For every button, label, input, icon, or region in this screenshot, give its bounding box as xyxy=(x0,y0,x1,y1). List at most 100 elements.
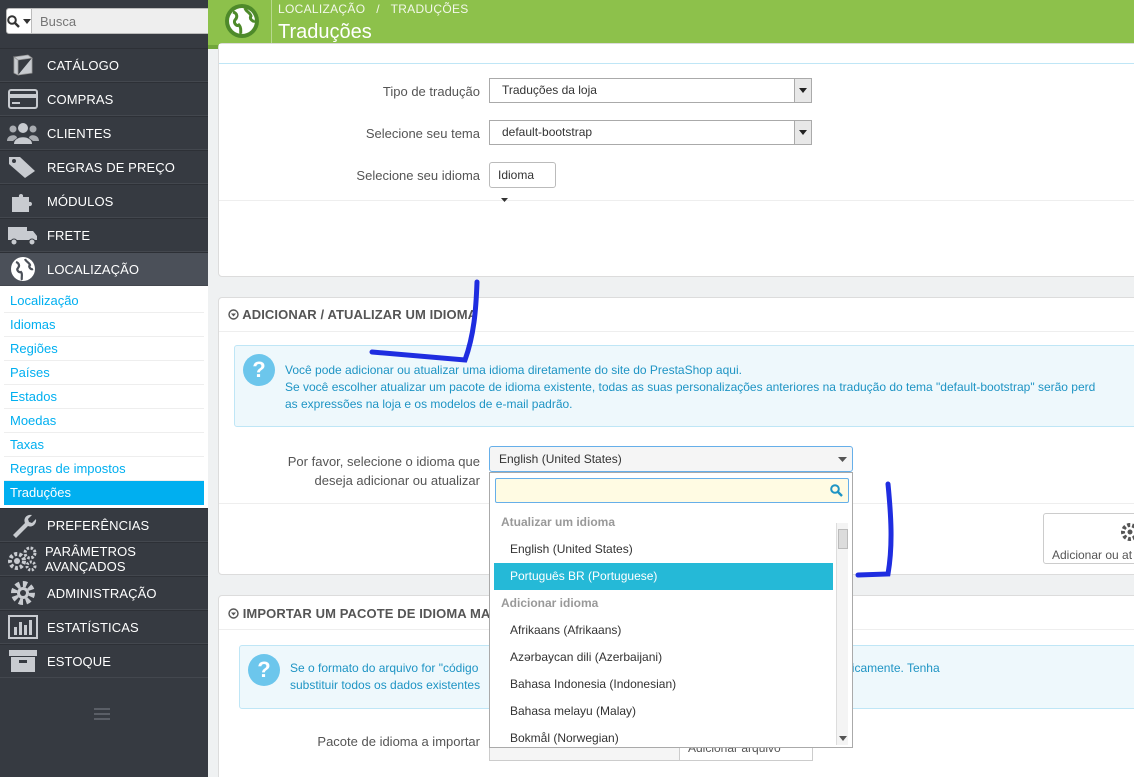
label-line-2: deseja adicionar ou atualizar xyxy=(314,473,481,488)
menu-label: PREFERÊNCIAS xyxy=(47,517,150,533)
dropdown-option-highlighted[interactable]: Português BR (Portuguese) xyxy=(494,563,833,590)
scroll-down-arrow-icon[interactable] xyxy=(839,736,847,741)
submenu-item-moedas[interactable]: Moedas xyxy=(4,409,204,433)
info-line-2: Se você escolher atualizar um pacote de … xyxy=(285,380,1096,394)
menu-label: COMPRAS xyxy=(47,91,114,107)
menu-localizacao[interactable]: LOCALIZAÇÃO xyxy=(0,252,208,286)
scrollbar-thumb[interactable] xyxy=(838,529,848,549)
header-separator xyxy=(271,0,272,44)
menu-modulos[interactable]: MÓDULOS xyxy=(0,184,208,218)
submenu-item-taxas[interactable]: Taxas xyxy=(4,433,204,457)
submenu-item-estados[interactable]: Estados xyxy=(4,385,204,409)
add-update-button[interactable]: Adicionar ou at xyxy=(1043,513,1134,564)
theme-label: Selecione seu tema xyxy=(365,126,480,141)
info-line-1: Você pode adicionar ou atualizar uma idi… xyxy=(285,363,742,377)
caret-down-icon xyxy=(838,457,847,462)
gear-icon xyxy=(1121,523,1134,541)
search-input[interactable] xyxy=(32,8,217,34)
translation-type-value: Traduções da loja xyxy=(502,83,597,97)
dropdown-scrollbar[interactable] xyxy=(836,523,848,745)
truck-icon xyxy=(6,221,40,249)
language-label: Selecione seu idioma xyxy=(356,168,480,183)
dropdown-group-header: Atualizar um idioma xyxy=(501,515,616,529)
select-language-label: Por favor, selecione o idioma que deseja… xyxy=(238,452,480,490)
page-title: Traduções xyxy=(278,21,372,43)
submenu-item-regras-impostos[interactable]: Regras de impostos xyxy=(4,457,204,481)
search-icon xyxy=(830,484,843,497)
main-menu: CATÁLOGO COMPRAS CLIENTES REGRAS DE PREÇ… xyxy=(0,48,208,678)
page-header: LOCALIZAÇÃO / TRADUÇÕES Traduções xyxy=(208,0,1134,49)
menu-label: ESTATÍSTICAS xyxy=(47,619,139,635)
language-dropdown-button[interactable]: Idioma xyxy=(489,162,556,202)
caret-down-icon xyxy=(794,121,811,144)
caret-down-icon xyxy=(501,197,508,202)
search-bar xyxy=(6,8,217,34)
gear-icon xyxy=(6,579,40,607)
add-update-button-label: Adicionar ou at xyxy=(1052,548,1133,562)
add-update-language-heading: ADICIONAR / ATUALIZAR UM IDIOMA xyxy=(228,307,477,322)
import-label: Pacote de idioma a importar xyxy=(317,734,480,749)
menu-compras[interactable]: COMPRAS xyxy=(0,82,208,116)
menu-label: CLIENTES xyxy=(47,125,112,141)
search-type-button[interactable] xyxy=(6,8,32,34)
dropdown-option[interactable]: Azərbaycan dili (Azerbaijani) xyxy=(494,644,833,671)
wrench-icon xyxy=(6,511,40,539)
menu-clientes[interactable]: CLIENTES xyxy=(0,116,208,150)
breadcrumb-traducoes[interactable]: TRADUÇÕES xyxy=(391,2,469,16)
label-line-1: Por favor, selecione o idioma que xyxy=(287,454,480,469)
dropdown-option[interactable]: Afrikaans (Afrikaans) xyxy=(494,617,833,644)
menu-label: REGRAS DE PREÇO xyxy=(47,159,175,175)
dropdown-option[interactable]: Bokmål (Norwegian) xyxy=(494,725,833,747)
breadcrumb: LOCALIZAÇÃO / TRADUÇÕES xyxy=(278,2,469,16)
bar-chart-icon xyxy=(6,613,40,641)
info-text: Você pode adicionar ou atualizar uma idi… xyxy=(285,362,1095,413)
panel-divider xyxy=(219,200,1134,201)
menu-label: ESTOQUE xyxy=(47,653,112,669)
globe-icon xyxy=(6,255,40,283)
menu-estoque[interactable]: ESTOQUE xyxy=(0,644,208,678)
tags-icon xyxy=(6,153,40,181)
menu-label: LOCALIZAÇÃO xyxy=(47,261,140,277)
cogs-icon xyxy=(6,545,38,573)
panel-divider xyxy=(219,331,1134,332)
dropdown-search-input[interactable] xyxy=(495,478,849,503)
menu-label: ADMINISTRAÇÃO xyxy=(47,585,157,601)
question-icon: ? xyxy=(248,654,280,686)
menu-label: CATÁLOGO xyxy=(47,57,120,73)
dropdown-option[interactable]: Bahasa Indonesia (Indonesian) xyxy=(494,671,833,698)
info-line-3: as expressões na loja e os modelos de e-… xyxy=(285,397,573,411)
menu-frete[interactable]: FRETE xyxy=(0,218,208,252)
dropdown-results: Atualizar um idioma English (United Stat… xyxy=(494,509,833,747)
menu-estatisticas[interactable]: ESTATÍSTICAS xyxy=(0,610,208,644)
submenu-item-idiomas[interactable]: Idiomas xyxy=(4,313,204,337)
language-select-value: English (United States) xyxy=(499,452,622,466)
submenu-item-regioes[interactable]: Regiões xyxy=(4,337,204,361)
theme-select[interactable]: default-bootstrap xyxy=(489,120,812,145)
translation-type-label: Tipo de tradução xyxy=(382,84,480,99)
submenu-item-paises[interactable]: Países xyxy=(4,361,204,385)
language-button-label: Idioma xyxy=(498,168,535,182)
import-info-part-a: Se o formato do arquivo for "código xyxy=(290,661,479,675)
panel-top-strip xyxy=(219,44,1134,64)
menu-parametros-avancados[interactable]: PARÂMETROS AVANÇADOS xyxy=(0,542,208,576)
menu-label: FRETE xyxy=(47,227,91,243)
menu-toggle-icon[interactable] xyxy=(94,708,110,720)
menu-catalogo[interactable]: CATÁLOGO xyxy=(0,48,208,82)
dropdown-option[interactable]: English (United States) xyxy=(494,536,833,563)
menu-preferencias[interactable]: PREFERÊNCIAS xyxy=(0,508,208,542)
submenu-localizacao: Localização Idiomas Regiões Países Estad… xyxy=(0,286,208,508)
heading-text: ADICIONAR / ATUALIZAR UM IDIOMA xyxy=(242,307,478,322)
search-icon xyxy=(7,14,20,28)
book-icon xyxy=(6,51,40,79)
submenu-item-traducoes[interactable]: Traduções xyxy=(4,481,204,505)
submenu-item-localizacao[interactable]: Localização xyxy=(4,289,204,313)
language-select[interactable]: English (United States) xyxy=(489,446,853,472)
translation-type-select[interactable]: Traduções da loja xyxy=(489,78,812,103)
puzzle-icon xyxy=(6,187,40,215)
dropdown-option[interactable]: Bahasa melayu (Malay) xyxy=(494,698,833,725)
menu-administracao[interactable]: ADMINISTRAÇÃO xyxy=(0,576,208,610)
breadcrumb-localizacao[interactable]: LOCALIZAÇÃO xyxy=(278,2,365,16)
caret-down-icon xyxy=(23,18,31,24)
menu-regras-preco[interactable]: REGRAS DE PREÇO xyxy=(0,150,208,184)
credit-card-icon xyxy=(6,85,40,113)
